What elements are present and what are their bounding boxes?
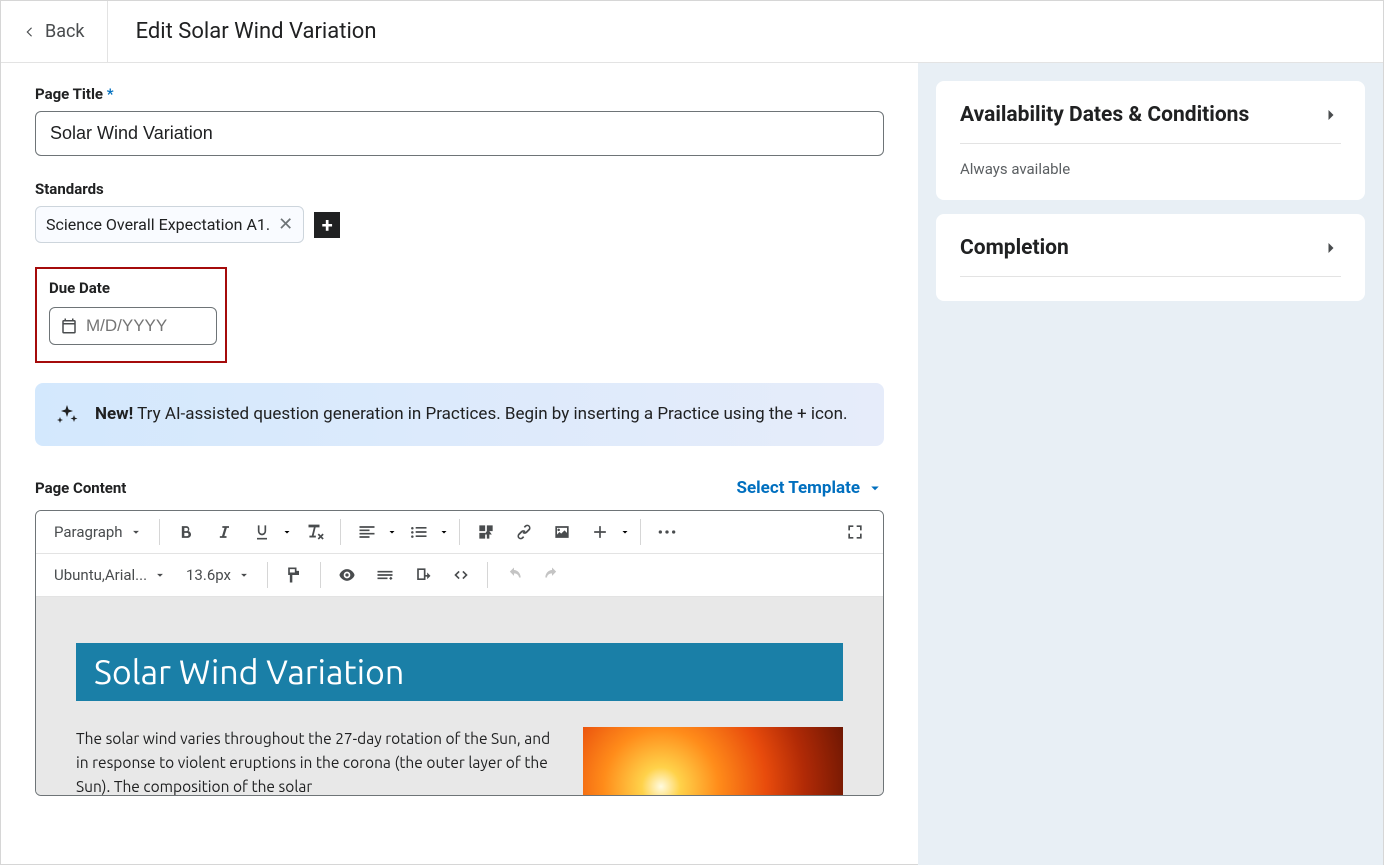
bold-button[interactable]: [168, 515, 204, 549]
clear-format-button[interactable]: [296, 515, 332, 549]
new-badge: New!: [95, 404, 133, 424]
back-button[interactable]: Back: [23, 1, 108, 62]
separator: [267, 562, 268, 588]
document-body: The solar wind varies throughout the 27-…: [76, 727, 843, 795]
font-family-select[interactable]: Ubuntu,Arial...: [46, 562, 176, 588]
document-text: The solar wind varies throughout the 27-…: [76, 727, 557, 795]
insert-more-button[interactable]: [582, 515, 632, 549]
editor-canvas[interactable]: Solar Wind Variation The solar wind vari…: [36, 597, 883, 795]
fullscreen-button[interactable]: [837, 515, 873, 549]
layout: Page Title * Standards Science Overall E…: [1, 63, 1383, 865]
source-code-button[interactable]: [443, 558, 479, 592]
sun-image: [583, 727, 843, 795]
standards-label: Standards: [35, 180, 884, 198]
page-content-label: Page Content: [35, 479, 126, 497]
completion-body: [960, 277, 1341, 289]
chevron-right-icon: [1321, 105, 1341, 125]
availability-status: Always available: [960, 144, 1341, 188]
underline-button[interactable]: [244, 515, 294, 549]
content-header: Page Content Select Template: [35, 478, 884, 498]
due-date-input[interactable]: [86, 316, 206, 336]
ai-banner-body: Try AI-assisted question generation in P…: [137, 404, 847, 424]
separator: [320, 562, 321, 588]
italic-button[interactable]: [206, 515, 242, 549]
chevron-left-icon: [23, 23, 37, 41]
separator: [340, 519, 341, 545]
select-template-label: Select Template: [737, 478, 860, 498]
insert-stuff-button[interactable]: [468, 515, 504, 549]
block-format-select[interactable]: Paragraph: [46, 519, 151, 545]
align-button[interactable]: [349, 515, 399, 549]
page-title-input[interactable]: [35, 111, 884, 156]
back-label: Back: [45, 21, 85, 42]
editor-toolbar-row-1: Paragraph: [36, 511, 883, 554]
image-button[interactable]: [544, 515, 580, 549]
separator: [159, 519, 160, 545]
preview-button[interactable]: [405, 558, 441, 592]
sparkle-icon: [55, 403, 79, 427]
more-button[interactable]: [649, 515, 685, 549]
completion-header[interactable]: Completion: [960, 236, 1341, 277]
word-count-button[interactable]: [367, 558, 403, 592]
chevron-right-icon: [1321, 238, 1341, 258]
page-title-label: Page Title *: [35, 85, 884, 103]
app-header: Back Edit Solar Wind Variation: [1, 1, 1383, 63]
standards-tag[interactable]: Science Overall Expectation A1. ✕: [35, 206, 304, 243]
standards-row: Science Overall Expectation A1. ✕ +: [35, 206, 884, 243]
accessibility-button[interactable]: [329, 558, 365, 592]
link-button[interactable]: [506, 515, 542, 549]
completion-card: Completion: [936, 214, 1365, 301]
availability-header[interactable]: Availability Dates & Conditions: [960, 103, 1341, 144]
availability-card: Availability Dates & Conditions Always a…: [936, 81, 1365, 200]
availability-title: Availability Dates & Conditions: [960, 103, 1249, 127]
add-standard-button[interactable]: +: [314, 212, 340, 238]
separator: [459, 519, 460, 545]
chevron-down-icon: [866, 479, 884, 497]
document-title: Solar Wind Variation: [76, 643, 843, 701]
select-template-button[interactable]: Select Template: [737, 478, 884, 498]
redo-button[interactable]: [534, 558, 570, 592]
undo-button[interactable]: [496, 558, 532, 592]
due-date-label: Due Date: [49, 279, 213, 297]
ai-banner-text: New! Try AI-assisted question generation…: [95, 401, 848, 428]
calendar-icon: [60, 317, 78, 335]
due-date-input-wrap[interactable]: [49, 307, 217, 345]
required-mark: *: [107, 85, 114, 103]
rich-text-editor: Paragraph: [35, 510, 884, 796]
page-title: Edit Solar Wind Variation: [136, 19, 377, 44]
side-column: Availability Dates & Conditions Always a…: [918, 63, 1383, 865]
font-size-select[interactable]: 13.6px: [178, 562, 259, 588]
format-painter-button[interactable]: [276, 558, 312, 592]
separator: [487, 562, 488, 588]
editor-toolbar-row-2: Ubuntu,Arial... 13.6px: [36, 554, 883, 597]
completion-title: Completion: [960, 236, 1069, 260]
due-date-section: Due Date: [35, 267, 227, 363]
ai-banner: New! Try AI-assisted question generation…: [35, 383, 884, 446]
separator: [640, 519, 641, 545]
list-button[interactable]: [401, 515, 451, 549]
remove-tag-icon[interactable]: ✕: [278, 216, 293, 234]
main-column: Page Title * Standards Science Overall E…: [1, 63, 918, 865]
standards-tag-label: Science Overall Expectation A1.: [46, 215, 270, 234]
